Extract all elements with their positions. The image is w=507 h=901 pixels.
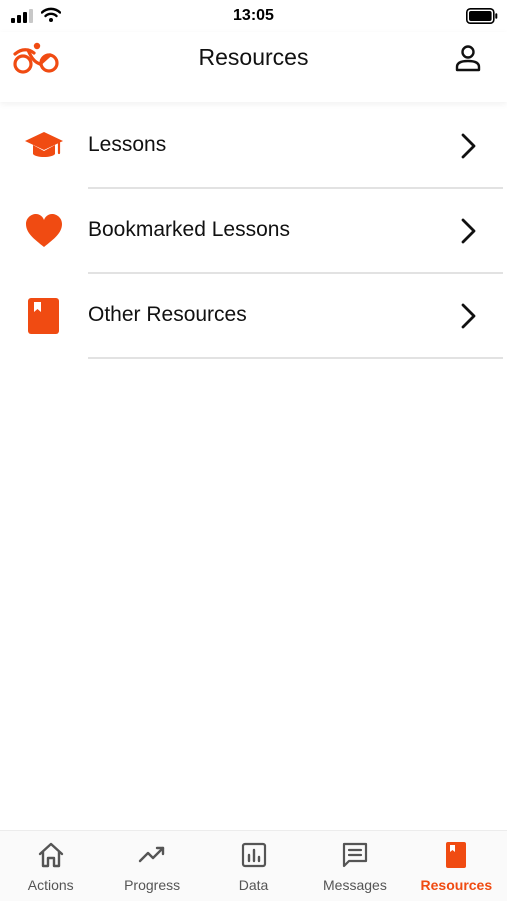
chevron-right-icon [461, 133, 476, 159]
profile-icon[interactable] [452, 42, 484, 74]
menu-item-lessons[interactable]: Lessons [0, 104, 507, 189]
graduation-cap-icon [25, 132, 63, 157]
tab-label: Progress [124, 877, 181, 893]
message-icon [342, 842, 368, 868]
menu-item-label: Other Resources [88, 303, 247, 326]
heart-icon [26, 214, 62, 247]
tab-label: Resources [420, 877, 493, 893]
menu-item-label: Lessons [88, 133, 167, 156]
battery-icon [466, 8, 498, 24]
chevron-right-icon [461, 218, 476, 244]
tab-actions[interactable]: Actions [0, 831, 101, 901]
divider [88, 357, 503, 359]
menu-item-label: Bookmarked Lessons [88, 218, 290, 241]
status-bar: 13:05 [0, 0, 507, 32]
menu-item-bookmarked-lessons[interactable]: Bookmarked Lessons [0, 189, 507, 274]
chevron-right-icon [461, 303, 476, 329]
tab-label: Messages [323, 877, 387, 893]
tab-bar: Actions Progress Data Messages Resources [0, 830, 507, 901]
tab-progress[interactable]: Progress [101, 831, 202, 901]
home-icon [38, 842, 63, 868]
tab-label: Actions [27, 877, 74, 893]
resources-menu: Lessons Bookmarked Lessons Other Resourc… [0, 104, 507, 359]
bar-chart-icon [241, 842, 266, 868]
page-title: Resources [198, 44, 309, 70]
book-icon [446, 842, 467, 868]
tab-data[interactable]: Data [203, 831, 304, 901]
header: Resources [0, 32, 507, 102]
book-icon [28, 298, 59, 334]
tab-messages[interactable]: Messages [304, 831, 405, 901]
menu-item-other-resources[interactable]: Other Resources [0, 274, 507, 359]
tab-resources[interactable]: Resources [406, 831, 507, 901]
trend-up-icon [138, 846, 165, 863]
tab-label: Data [238, 877, 269, 893]
status-time: 13:05 [233, 7, 274, 24]
